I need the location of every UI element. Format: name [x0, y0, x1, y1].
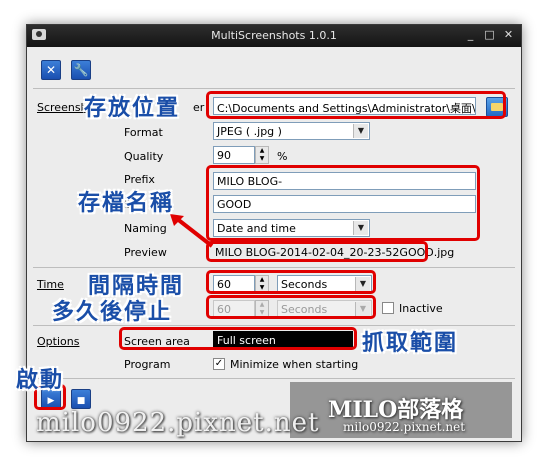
format-select[interactable]: JPEG ( .jpg ) ▼: [213, 122, 370, 140]
stop-button[interactable]: ■: [71, 389, 91, 409]
close-icon[interactable]: ✕: [41, 60, 61, 80]
minimize-button[interactable]: _: [463, 28, 478, 42]
title-bar: MultiScreenshots 1.0.1 _ □ ✕: [27, 25, 521, 47]
close-window-button[interactable]: ✕: [501, 28, 516, 42]
window-title: MultiScreenshots 1.0.1: [211, 29, 337, 42]
program-label: Program: [124, 358, 171, 371]
annotation-stop-after: 多久後停止: [52, 300, 173, 325]
maximize-button[interactable]: □: [482, 28, 497, 42]
annotation-save-location: 存放位置: [84, 96, 181, 121]
minimize-label: Minimize when starting: [230, 358, 359, 371]
quality-stepper[interactable]: ▲ ▼: [255, 146, 269, 164]
annotation-box-screen-area: [119, 327, 357, 350]
toolbar-divider: [33, 88, 515, 89]
preview-label: Preview: [124, 246, 167, 259]
inactive-label: Inactive: [399, 302, 443, 315]
minimize-checkbox[interactable]: ✓: [213, 358, 225, 370]
stop-icon: ■: [76, 396, 86, 406]
annotation-box-stop: [206, 295, 376, 319]
quality-unit: %: [277, 150, 288, 163]
annotation-box-preview: [206, 241, 428, 262]
annotation-arrow: [170, 214, 214, 248]
format-select-value: JPEG ( .jpg ): [217, 125, 282, 138]
watermark-brand-url: milo0922.pixnet.net: [343, 420, 466, 434]
quality-label: Quality: [124, 150, 164, 163]
bottom-divider: [33, 378, 515, 379]
annotation-naming: 存檔名稱: [78, 191, 175, 216]
wrench-icon[interactable]: 🔧: [71, 60, 91, 80]
annotation-box-folder: [206, 91, 506, 119]
annotation-box-naming: [206, 165, 480, 241]
screenshot-folder-label-tail: er: [193, 101, 205, 114]
annotation-capture-range: 抓取範圍: [362, 331, 459, 356]
annotation-box-time: [206, 270, 376, 294]
time-label: Time: [37, 278, 64, 291]
options-label: Options: [37, 335, 80, 348]
chevron-down-icon: ▼: [353, 124, 368, 138]
inactive-checkbox[interactable]: [382, 302, 394, 314]
naming-label: Naming: [124, 222, 167, 235]
annotation-start: 啟動: [16, 368, 65, 393]
watermark-url: milo0922.pixnet.net: [36, 408, 320, 438]
quality-input[interactable]: 90: [213, 146, 255, 164]
format-label: Format: [124, 126, 163, 139]
